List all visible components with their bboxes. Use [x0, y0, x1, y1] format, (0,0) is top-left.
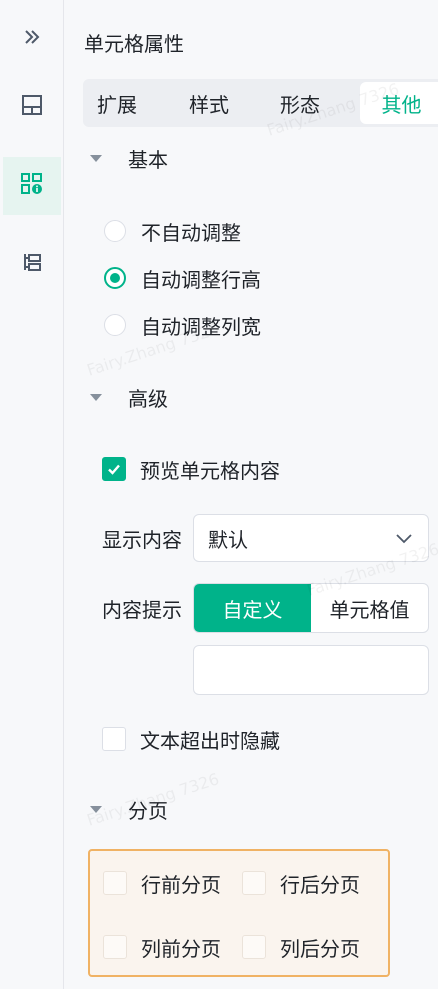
hint-option-cell-value[interactable]: 单元格值 — [311, 584, 428, 632]
checkbox-label: 行前分页 — [141, 872, 221, 897]
caret-down-icon — [90, 154, 102, 162]
chevron-down-icon — [394, 528, 414, 548]
radio-auto-column-width[interactable]: 自动调整列宽 — [104, 310, 261, 340]
checkbox-label: 文本超出时隐藏 — [140, 728, 280, 753]
paging-options-box: 行前分页 行后分页 列前分页 列后分页 — [88, 849, 390, 977]
page-break-after-column[interactable]: 列后分页 — [242, 932, 360, 962]
content-hint-segmented: 自定义 单元格值 — [193, 583, 429, 633]
cell-info-icon — [20, 172, 44, 200]
select-value: 默认 — [208, 527, 248, 552]
content-hint-input[interactable] — [193, 645, 429, 695]
property-tabs: 扩展 样式 形态 其他 — [83, 79, 438, 127]
section-paging-label: 分页 — [128, 798, 168, 823]
checkbox-label: 列后分页 — [280, 936, 360, 961]
checkbox-unchecked[interactable] — [103, 935, 127, 959]
tab-style[interactable]: 样式 — [173, 82, 245, 124]
section-basic-toggle[interactable]: 基本 — [64, 143, 168, 173]
tab-form[interactable]: 形态 — [264, 82, 336, 124]
rail-item-cell-properties[interactable] — [3, 157, 61, 215]
radio-button[interactable] — [104, 314, 126, 336]
display-content-label: 显示内容 — [102, 528, 182, 552]
tab-extend[interactable]: 扩展 — [83, 82, 151, 124]
rail-item-hierarchy[interactable] — [3, 235, 61, 293]
radio-label: 自动调整行高 — [141, 267, 261, 292]
display-content-select[interactable]: 默认 — [193, 514, 429, 562]
radio-no-auto-adjust[interactable]: 不自动调整 — [104, 216, 241, 246]
rail-item-layout[interactable] — [3, 78, 61, 136]
tab-other[interactable]: 其他 — [360, 82, 438, 124]
radio-button-selected[interactable] — [104, 267, 126, 289]
page-break-before-column[interactable]: 列前分页 — [103, 932, 221, 962]
checkbox-unchecked[interactable] — [242, 935, 266, 959]
checkbox-label: 行后分页 — [280, 872, 360, 897]
page-break-after-row[interactable]: 行后分页 — [242, 868, 360, 898]
checkbox-unchecked[interactable] — [102, 727, 126, 751]
checkbox-unchecked[interactable] — [242, 871, 266, 895]
checkmark-icon — [108, 464, 120, 475]
radio-label: 自动调整列宽 — [141, 314, 261, 339]
hint-option-custom[interactable]: 自定义 — [194, 584, 311, 632]
radio-auto-row-height[interactable]: 自动调整行高 — [104, 263, 261, 293]
radio-button[interactable] — [104, 220, 126, 242]
hierarchy-icon — [21, 251, 43, 277]
section-advanced-toggle[interactable]: 高级 — [64, 382, 168, 412]
section-basic-label: 基本 — [128, 147, 168, 172]
expand-chevrons-icon — [22, 27, 42, 51]
preview-cell-content-checkbox[interactable]: 预览单元格内容 — [102, 454, 280, 484]
checkbox-label: 预览单元格内容 — [140, 458, 280, 483]
checkbox-label: 列前分页 — [141, 936, 221, 961]
checkbox-unchecked[interactable] — [103, 871, 127, 895]
expand-panel-button[interactable] — [3, 10, 61, 68]
section-advanced-label: 高级 — [128, 386, 168, 411]
caret-down-icon — [90, 393, 102, 401]
radio-label: 不自动调整 — [141, 220, 241, 245]
content-hint-label: 内容提示 — [102, 598, 182, 622]
page-break-before-row[interactable]: 行前分页 — [103, 868, 221, 898]
checkbox-checked[interactable] — [102, 457, 126, 481]
caret-down-icon — [90, 805, 102, 813]
panel-title: 单元格属性 — [84, 32, 184, 56]
layout-grid-icon — [21, 94, 43, 120]
section-paging-toggle[interactable]: 分页 — [64, 794, 168, 824]
cell-properties-panel: 单元格属性 扩展 样式 形态 其他 基本 不自动调整 自动调整行高 自动调整列宽… — [64, 0, 438, 989]
left-rail — [0, 0, 64, 989]
hide-overflow-text-checkbox[interactable]: 文本超出时隐藏 — [102, 724, 280, 754]
